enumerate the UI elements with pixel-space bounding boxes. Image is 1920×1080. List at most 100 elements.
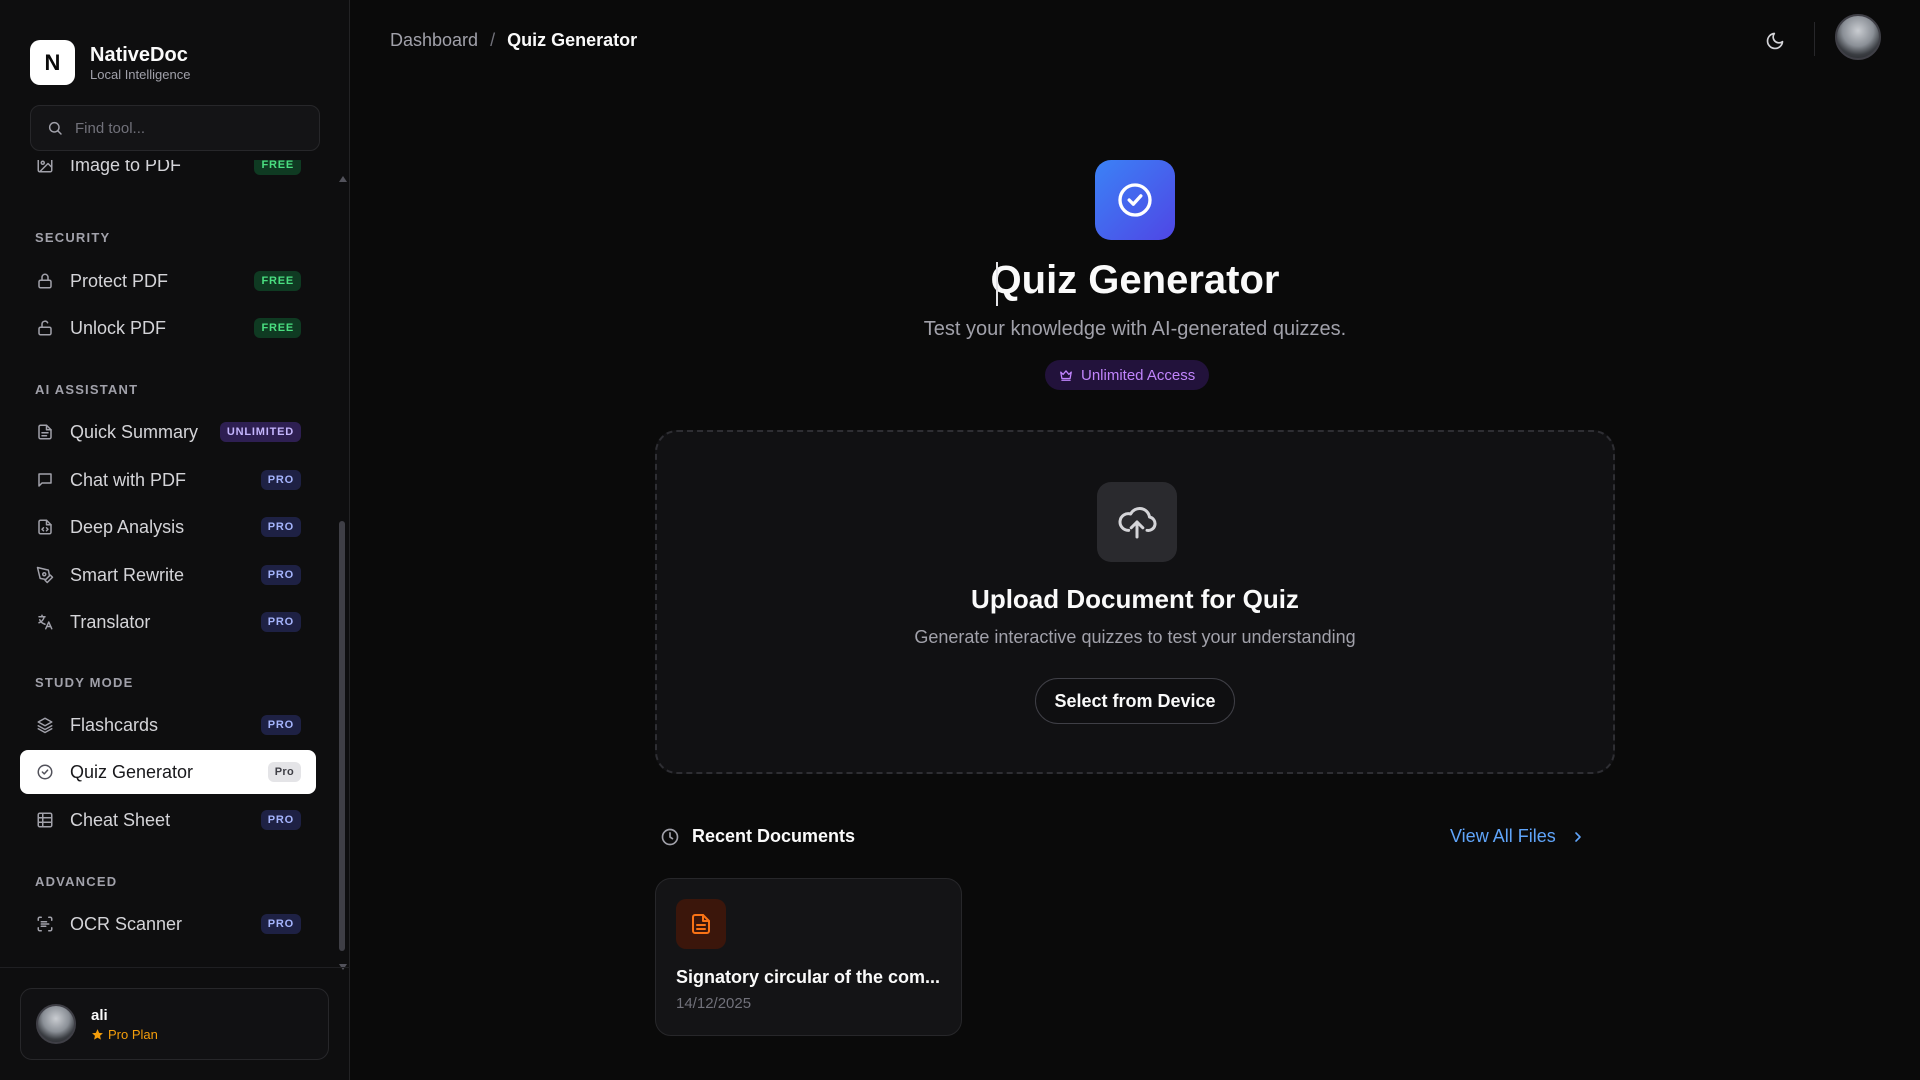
- sidebar-item-image-to-pdf[interactable]: Image to PDF FREE: [20, 160, 316, 187]
- file-code-icon: [35, 517, 55, 537]
- sidebar-item-label: Chat with PDF: [70, 469, 187, 490]
- sidebar-item-label: Unlock PDF: [70, 317, 167, 338]
- sidebar-item-flashcards[interactable]: Flashcards PRO: [20, 703, 316, 747]
- topbar-divider: [1814, 22, 1815, 56]
- sidebar-divider: [0, 967, 350, 968]
- brand[interactable]: N NativeDoc Local Intelligence: [30, 40, 190, 85]
- layers-icon: [35, 715, 55, 735]
- star-icon: [92, 1028, 103, 1040]
- upload-dropzone[interactable]: Upload Document for Quiz Generate intera…: [655, 430, 1615, 774]
- recent-documents-header: Recent Documents: [660, 826, 855, 847]
- sidebar-item-label: Quiz Generator: [70, 761, 194, 782]
- sidebar-item-deep-analysis[interactable]: Deep Analysis PRO: [20, 505, 316, 549]
- moon-icon: [1766, 32, 1784, 50]
- check-circle-icon: [1118, 183, 1152, 217]
- view-all-files-label: View All Files: [1450, 826, 1556, 846]
- sidebar-item-translator[interactable]: Translator PRO: [20, 600, 316, 644]
- pro-badge: PRO: [260, 470, 301, 490]
- avatar[interactable]: [1835, 14, 1881, 60]
- sidebar-item-chat-with-pdf[interactable]: Chat with PDF PRO: [20, 458, 316, 502]
- clock-icon: [661, 828, 679, 845]
- breadcrumb: Dashboard / Quiz Generator: [390, 30, 637, 51]
- brand-text: NativeDoc Local Intelligence: [90, 43, 190, 83]
- sidebar-item-ocr-scanner[interactable]: OCR Scanner PRO: [20, 902, 316, 946]
- access-badge: Unlimited Access: [1045, 360, 1210, 390]
- sidebar-nav: Image to PDF FREE SECURITY Protect PDF F…: [0, 160, 340, 970]
- breadcrumb-separator: /: [490, 30, 496, 50]
- scroll-up-arrow[interactable]: [339, 176, 347, 182]
- tool-search[interactable]: [30, 105, 320, 151]
- section-title-study-mode: STUDY MODE: [35, 675, 134, 690]
- page-title: Quiz Generator: [990, 258, 1280, 302]
- pro-badge: PRO: [260, 517, 301, 537]
- breadcrumb-dashboard[interactable]: Dashboard: [390, 30, 478, 51]
- user-plan: Pro Plan: [91, 1027, 158, 1042]
- select-from-device-button[interactable]: Select from Device: [1035, 678, 1235, 724]
- app-window: N NativeDoc Local Intelligence Image to …: [0, 0, 1920, 1080]
- section-title-advanced: ADVANCED: [35, 874, 118, 889]
- free-badge: FREE: [254, 318, 301, 338]
- access-badge-label: Unlimited Access: [1081, 366, 1196, 384]
- scan-icon: [35, 914, 55, 934]
- document-name: Signatory circular of the com...: [676, 967, 941, 987]
- chat-icon: [35, 470, 55, 490]
- translate-icon: [35, 612, 55, 632]
- brand-tagline: Local Intelligence: [90, 66, 191, 82]
- user-plan-label: Pro Plan: [108, 1026, 158, 1042]
- view-all-files-link[interactable]: View All Files: [1450, 826, 1586, 847]
- sidebar-item-quick-summary[interactable]: Quick Summary UNLIMITED: [20, 410, 316, 454]
- check-circle-icon: [35, 762, 55, 782]
- upload-title: Upload Document for Quiz: [971, 584, 1299, 614]
- pro-badge: PRO: [260, 565, 301, 585]
- recent-documents-title: Recent Documents: [692, 826, 856, 846]
- sidebar-item-label: Smart Rewrite: [70, 564, 185, 585]
- breadcrumb-current: Quiz Generator: [507, 30, 638, 50]
- document-icon: [35, 422, 55, 442]
- unlock-icon: [35, 318, 55, 338]
- pro-badge: PRO: [260, 612, 301, 632]
- free-badge: FREE: [254, 271, 301, 291]
- quiz-hero-icon: [1095, 160, 1175, 240]
- brand-logo: N: [30, 40, 75, 85]
- crown-icon: [1060, 370, 1072, 381]
- section-title-security: SECURITY: [35, 230, 111, 245]
- sidebar-item-label: Protect PDF: [70, 270, 169, 291]
- sidebar-item-label: Flashcards: [70, 714, 159, 735]
- lock-icon: [35, 271, 55, 291]
- sidebar-item-smart-rewrite[interactable]: Smart Rewrite PRO: [20, 553, 316, 597]
- search-icon: [48, 121, 62, 135]
- pen-tool-icon: [35, 565, 55, 585]
- page-subtitle: Test your knowledge with AI-generated qu…: [923, 318, 1347, 340]
- upload-cloud-icon: [1097, 482, 1177, 562]
- sidebar-item-label: Translator: [70, 611, 151, 632]
- upload-subtitle: Generate interactive quizzes to test you…: [914, 627, 1356, 647]
- sidebar-item-unlock-pdf[interactable]: Unlock PDF FREE: [20, 306, 316, 350]
- theme-toggle-button[interactable]: [1760, 26, 1790, 56]
- sidebar-scrollbar[interactable]: [338, 176, 347, 970]
- scrollbar-thumb[interactable]: [339, 521, 345, 951]
- brand-name: NativeDoc: [90, 43, 188, 66]
- sidebar-item-label: Quick Summary: [70, 421, 199, 442]
- file-text-icon: [676, 899, 726, 949]
- avatar: [36, 1004, 76, 1044]
- user-profile-card[interactable]: ali Pro Plan: [20, 988, 329, 1060]
- sidebar-item-label: Deep Analysis: [70, 516, 185, 537]
- text-caret: [996, 262, 998, 306]
- free-badge: FREE: [254, 160, 301, 175]
- sidebar-item-quiz-generator[interactable]: Quiz Generator Pro: [20, 750, 316, 794]
- sidebar-item-protect-pdf[interactable]: Protect PDF FREE: [20, 259, 316, 303]
- pro-badge: PRO: [260, 715, 301, 735]
- section-title-ai-assistant: AI ASSISTANT: [35, 382, 139, 397]
- topbar: Dashboard / Quiz Generator: [350, 0, 1920, 80]
- pro-badge: PRO: [260, 914, 301, 934]
- sidebar-item-cheat-sheet[interactable]: Cheat Sheet PRO: [20, 798, 316, 842]
- grid-icon: [35, 810, 55, 830]
- unlimited-badge: UNLIMITED: [219, 422, 301, 442]
- sidebar-item-label: Image to PDF: [70, 160, 182, 175]
- pro-badge: Pro: [267, 762, 301, 782]
- chevron-right-icon: [1574, 831, 1581, 842]
- recent-document-card[interactable]: Signatory circular of the com... 14/12/2…: [655, 878, 962, 1036]
- document-date: 14/12/2025: [676, 995, 752, 1012]
- user-name: ali: [91, 1006, 108, 1024]
- search-input[interactable]: [75, 119, 295, 137]
